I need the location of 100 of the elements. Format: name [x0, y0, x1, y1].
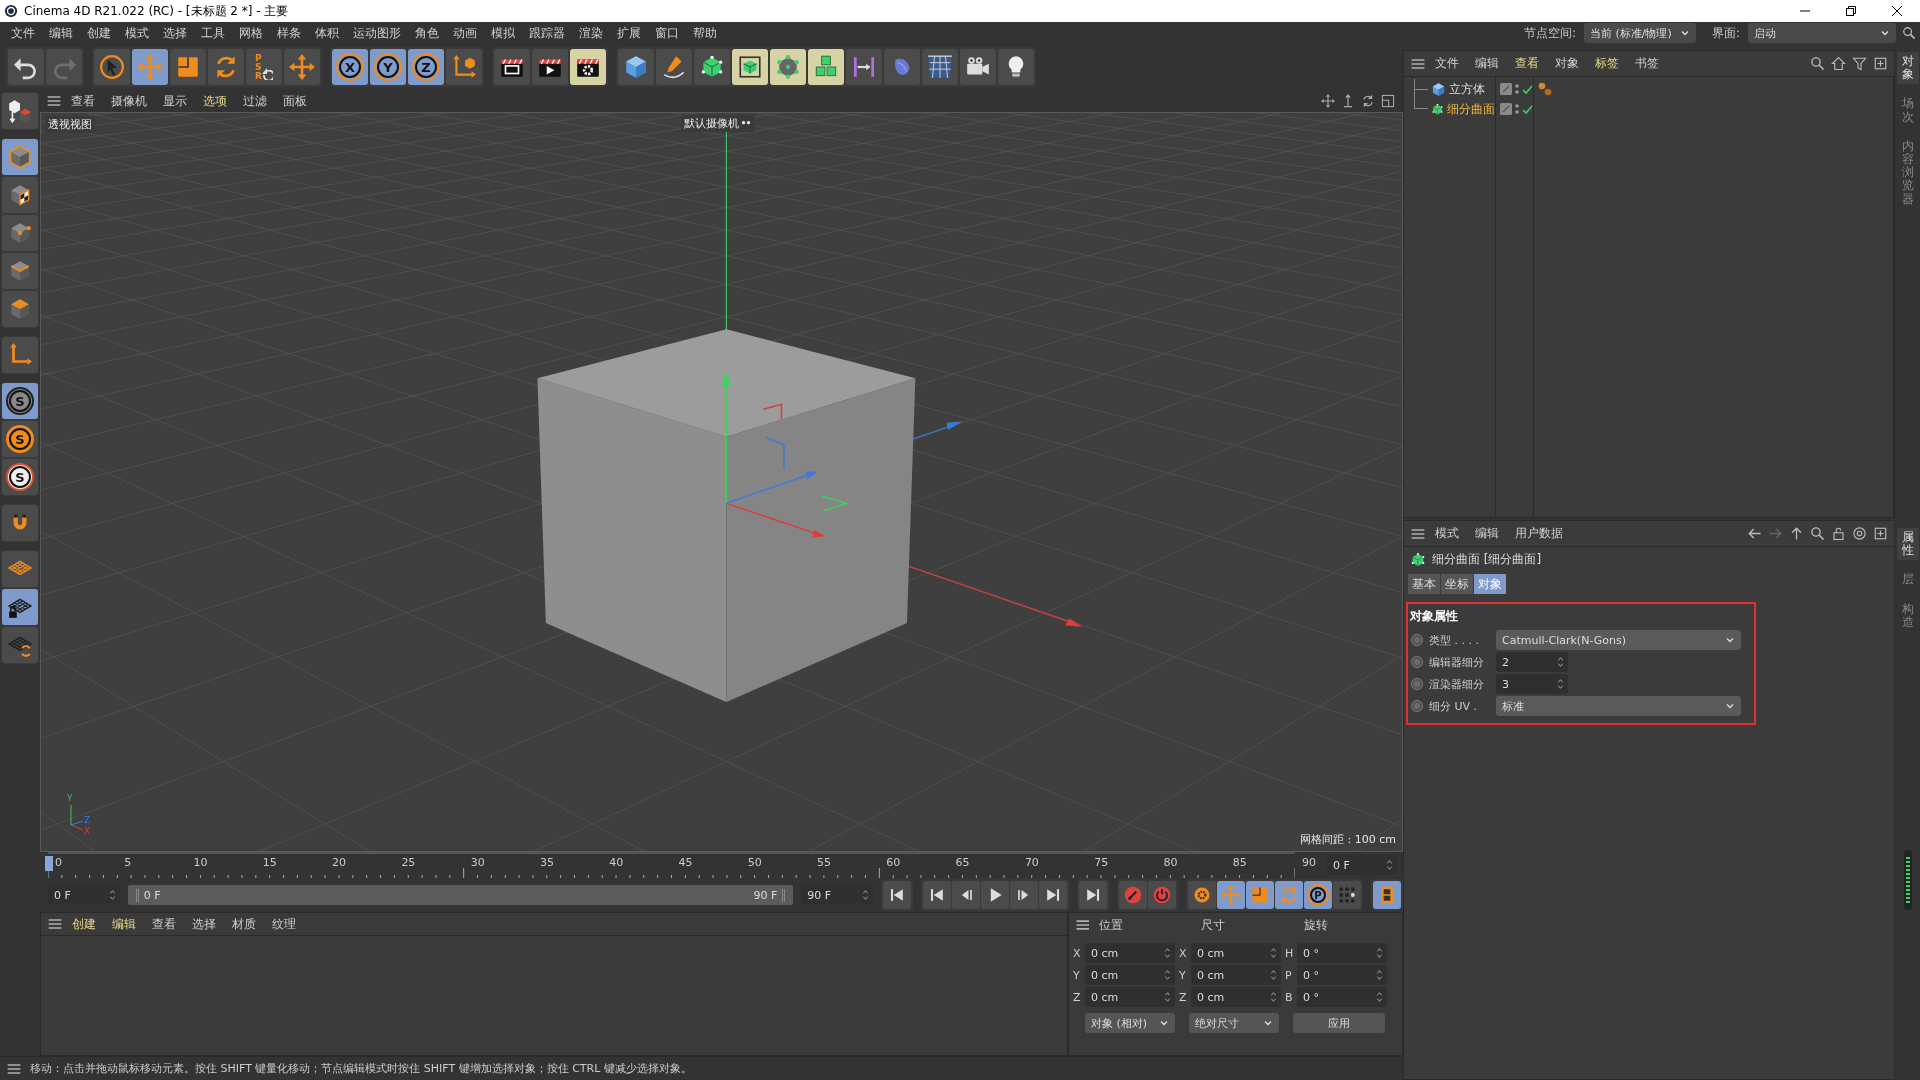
value-field[interactable]: 0 cm [1085, 943, 1175, 963]
snap-3-button[interactable]: S [2, 459, 38, 495]
cloner-button[interactable] [808, 49, 844, 85]
value-field[interactable]: 0 ° [1297, 965, 1387, 985]
menu-item[interactable]: 过滤 [236, 92, 274, 110]
value-field[interactable]: 0 cm [1191, 943, 1281, 963]
menu-item[interactable]: 工具 [194, 24, 232, 42]
render-settings-button[interactable] [570, 49, 606, 85]
object-name[interactable]: 细分曲面 [1447, 100, 1495, 118]
menu-item[interactable]: 编辑 [42, 24, 80, 42]
psr-button[interactable]: PSR [246, 49, 282, 85]
symmetry-button[interactable] [846, 49, 882, 85]
value-field[interactable]: 0 cm [1191, 965, 1281, 985]
timeline-window-button[interactable] [1373, 881, 1401, 909]
next-key-button[interactable] [1039, 881, 1067, 909]
light-button[interactable] [998, 49, 1034, 85]
side-tab[interactable]: 场次 [1896, 94, 1919, 127]
start-frame-field[interactable]: 0 F [48, 885, 120, 905]
value-field[interactable]: 0 cm [1085, 987, 1175, 1007]
side-tab[interactable]: 对象 [1896, 52, 1919, 85]
menu-item[interactable]: 选择 [185, 915, 223, 933]
axis-mode-button[interactable] [2, 337, 38, 373]
key-param-button[interactable]: P [1304, 881, 1332, 909]
tab[interactable]: 基本 [1408, 574, 1440, 594]
dropdown[interactable]: Catmull-Clark(N-Gons) [1496, 630, 1741, 650]
menu-item[interactable]: 文件 [4, 24, 42, 42]
coordinate-system-button[interactable] [446, 49, 482, 85]
menu-item[interactable]: 编辑 [105, 915, 143, 933]
menu-item[interactable]: 运动图形 [346, 24, 408, 42]
prev-frame-button[interactable] [952, 881, 980, 909]
polygons-button[interactable] [2, 291, 38, 327]
value-field[interactable]: 0 cm [1191, 987, 1281, 1007]
frame-range-slider[interactable]: 0 F 90 F [127, 885, 794, 905]
menu-item[interactable]: 角色 [408, 24, 446, 42]
menu-item[interactable]: 样条 [270, 24, 308, 42]
undo-button[interactable] [8, 49, 44, 85]
points-button[interactable] [2, 215, 38, 251]
deformer-button[interactable] [884, 49, 920, 85]
make-editable-button[interactable] [2, 93, 38, 129]
axis-button[interactable]: Y [370, 49, 406, 85]
workplane-lock-button[interactable] [2, 589, 38, 625]
menu-item[interactable]: 查看 [64, 92, 102, 110]
value-field[interactable]: 0 ° [1297, 987, 1387, 1007]
texture-button[interactable] [2, 177, 38, 213]
menu-item[interactable]: 窗口 [648, 24, 686, 42]
key-scale-button[interactable] [1246, 881, 1274, 909]
menu-item[interactable]: 查看 [1508, 55, 1546, 72]
menu-item[interactable]: 标签 [1588, 55, 1626, 72]
dropdown[interactable]: 当前 (标准/物理) [1583, 23, 1696, 43]
camera-button[interactable] [960, 49, 996, 85]
object-name[interactable]: 立方体 [1449, 80, 1485, 98]
current-frame-field[interactable]: 0 F [1327, 855, 1397, 875]
point-cube-button[interactable] [770, 49, 806, 85]
menu-item[interactable]: 跟踪器 [522, 24, 572, 42]
menu-item[interactable]: 用户数据 [1508, 525, 1570, 542]
record-button[interactable] [1119, 881, 1147, 909]
menu-item[interactable]: 扩展 [610, 24, 648, 42]
dropdown[interactable]: 对象 (相对) [1085, 1013, 1175, 1033]
side-tab[interactable]: 属性 [1896, 528, 1919, 561]
floor-button[interactable] [922, 49, 958, 85]
end-frame-field[interactable]: 90 F [801, 885, 873, 905]
last-frame-button[interactable] [1079, 881, 1107, 909]
value-field[interactable]: 0 ° [1297, 943, 1387, 963]
menu-item[interactable]: 动画 [446, 24, 484, 42]
side-tab[interactable]: 构造 [1896, 599, 1919, 632]
render-view-button[interactable] [494, 49, 530, 85]
workplane-button[interactable] [2, 551, 38, 587]
menu-item[interactable]: 显示 [156, 92, 194, 110]
scale-button[interactable] [170, 49, 206, 85]
side-tab[interactable]: 内容浏览器 [1896, 136, 1919, 209]
model-button[interactable] [2, 139, 38, 175]
menu-item[interactable]: 网格 [232, 24, 270, 42]
next-frame-button[interactable] [1010, 881, 1038, 909]
menu-item[interactable]: 选择 [156, 24, 194, 42]
prev-key-button[interactable] [923, 881, 951, 909]
menu-item[interactable]: 帮助 [686, 24, 724, 42]
first-frame-button[interactable] [883, 881, 911, 909]
menu-item[interactable]: 渲染 [572, 24, 610, 42]
edges-button[interactable] [2, 253, 38, 289]
magnet-button[interactable] [2, 505, 38, 541]
auto-key-button[interactable] [1148, 881, 1176, 909]
rotate-button[interactable] [208, 49, 244, 85]
menu-item[interactable]: 创建 [65, 915, 103, 933]
snap-button[interactable]: S [2, 383, 38, 419]
menu-item[interactable]: 查看 [145, 915, 183, 933]
dropdown[interactable]: 标准 [1496, 696, 1741, 716]
menu-item[interactable]: 创建 [80, 24, 118, 42]
number-field[interactable]: 3 [1496, 674, 1568, 694]
axis-button[interactable]: Z [408, 49, 444, 85]
key-selection-button[interactable] [1188, 881, 1216, 909]
menu-item[interactable]: 模式 [118, 24, 156, 42]
play-button[interactable] [981, 881, 1009, 909]
menu-item[interactable]: 书签 [1628, 55, 1666, 72]
menu-item[interactable]: 面板 [276, 92, 314, 110]
last-tool-button[interactable] [284, 49, 320, 85]
side-tab[interactable]: 层 [1896, 570, 1919, 590]
menu-item[interactable]: 编辑 [1468, 55, 1506, 72]
menu-item[interactable]: 体积 [308, 24, 346, 42]
menu-item[interactable]: 模式 [1428, 525, 1466, 542]
render-button[interactable] [532, 49, 568, 85]
